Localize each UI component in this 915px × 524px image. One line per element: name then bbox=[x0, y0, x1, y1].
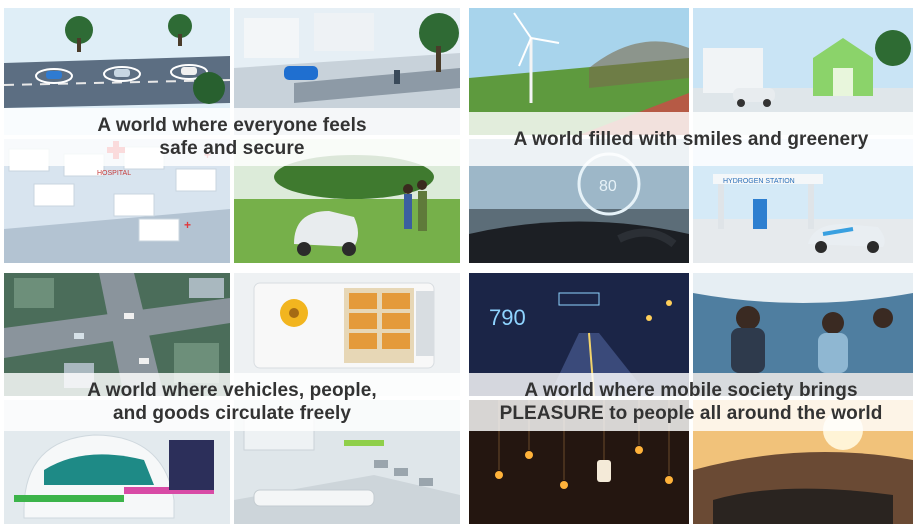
caption-line: PLEASURE to people all around the world bbox=[499, 403, 883, 424]
panel-vehicles-people-goods: A world where vehicles, people, and good… bbox=[4, 273, 460, 524]
svg-text:+: + bbox=[184, 218, 191, 232]
caption-line: and goods circulate freely bbox=[112, 403, 352, 424]
caption-vehicles-people-goods: A world where vehicles, people, and good… bbox=[4, 373, 460, 431]
hud-speed-label: 790 bbox=[489, 305, 526, 330]
hospital-label: HOSPITAL bbox=[97, 170, 131, 177]
caption-smiles-greenery: A world filled with smiles and greenery bbox=[469, 112, 913, 166]
caption-safe-secure: A world where everyone feels safe and se… bbox=[4, 108, 460, 166]
caption-line: A world where everyone feels bbox=[97, 115, 367, 136]
hydrogen-station-label: HYDROGEN STATION bbox=[723, 178, 795, 185]
panel-safe-secure: HOSPITAL + + A world where everyone feel… bbox=[4, 8, 460, 263]
speed-label: 80 bbox=[599, 178, 617, 195]
caption-line: A world filled with smiles and greenery bbox=[513, 128, 869, 150]
panel-smiles-greenery: 80 HYDROGEN STATION A world filled with … bbox=[469, 8, 913, 263]
caption-line: safe and secure bbox=[159, 138, 305, 159]
panel-pleasure: 790 A world where mobile society brings … bbox=[469, 273, 913, 524]
caption-pleasure: A world where mobile society brings PLEA… bbox=[469, 373, 913, 431]
caption-line: A world where mobile society brings bbox=[524, 380, 858, 401]
caption-line: A world where vehicles, people, bbox=[87, 380, 377, 401]
